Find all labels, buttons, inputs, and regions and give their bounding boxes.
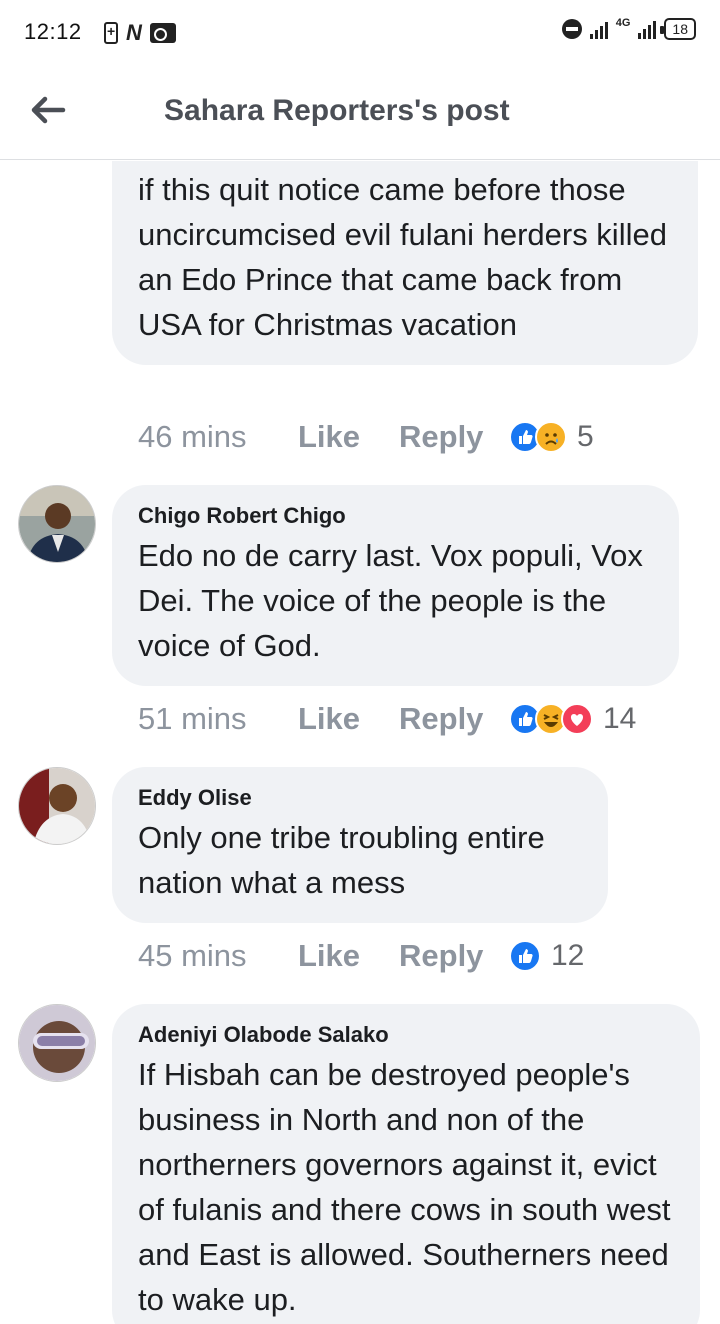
comment-text: if this quit notice came before those un… [138, 172, 667, 342]
comment-bubble[interactable]: Eddy Olise Only one tribe troubling enti… [112, 767, 608, 923]
comment-timestamp[interactable]: 51 mins [138, 701, 298, 737]
status-bar: 12:12 N 4G 18 [0, 0, 720, 64]
comment-actions: 45 mins Like Reply 12 [138, 938, 584, 974]
status-time: 12:12 [24, 19, 82, 44]
sim-card-icon [149, 23, 176, 43]
reaction-count: 5 [577, 420, 594, 453]
status-icons-left: N [104, 20, 176, 46]
sad-reaction-icon [535, 421, 567, 453]
comment-bubble[interactable]: Chigo Robert Chigo Edo no de carry last.… [112, 485, 679, 686]
battery-saver-icon [104, 22, 118, 44]
avatar[interactable] [18, 485, 96, 563]
cell-signal-icon [638, 19, 657, 39]
app-header: Sahara Reporters's post [0, 64, 720, 160]
love-reaction-icon [561, 703, 593, 735]
wifi-signal-icon [589, 19, 608, 39]
like-button[interactable]: Like [298, 701, 399, 737]
comment-author[interactable]: Chigo Robert Chigo [138, 501, 653, 531]
status-icons-right: 4G 18 [561, 17, 696, 40]
app-notification-icon: N [126, 20, 142, 45]
comment-text: If Hisbah can be destroyed people's busi… [138, 1057, 671, 1317]
comments-feed[interactable]: if this quit notice came before those un… [0, 161, 720, 1324]
comment-bubble[interactable]: if this quit notice came before those un… [112, 161, 698, 365]
reactions-summary[interactable] [509, 940, 541, 972]
reply-button[interactable]: Reply [399, 701, 509, 737]
do-not-disturb-icon [561, 19, 582, 39]
comment-text: Only one tribe troubling entire nation w… [138, 820, 545, 900]
comment-author[interactable]: Eddy Olise [138, 783, 582, 813]
reply-button[interactable]: Reply [399, 419, 509, 455]
comment-bubble[interactable]: Adeniyi Olabode Salako If Hisbah can be … [112, 1004, 700, 1324]
comment-actions: 46 mins Like Reply 5 [138, 419, 594, 455]
back-arrow-icon [31, 96, 66, 124]
comment-timestamp[interactable]: 46 mins [138, 419, 298, 455]
reaction-count: 14 [603, 702, 637, 735]
like-button[interactable]: Like [298, 419, 399, 455]
like-reaction-icon [509, 940, 541, 972]
comment-actions: 51 mins Like Reply 14 [138, 701, 636, 737]
reactions-summary[interactable] [509, 703, 593, 735]
avatar[interactable] [18, 767, 96, 845]
battery-icon: 18 [660, 18, 696, 40]
page-title: Sahara Reporters's post [164, 94, 510, 127]
reactions-summary[interactable] [509, 421, 567, 453]
avatar[interactable] [18, 1004, 96, 1082]
comment-text: Edo no de carry last. Vox populi, Vox De… [138, 538, 643, 663]
like-button[interactable]: Like [298, 938, 399, 974]
back-button[interactable] [26, 90, 70, 130]
comment-timestamp[interactable]: 45 mins [138, 938, 298, 974]
reaction-count: 12 [551, 939, 585, 972]
comment-author[interactable]: Adeniyi Olabode Salako [138, 1020, 674, 1050]
network-type-label: 4G [615, 17, 631, 29]
reply-button[interactable]: Reply [399, 938, 509, 974]
